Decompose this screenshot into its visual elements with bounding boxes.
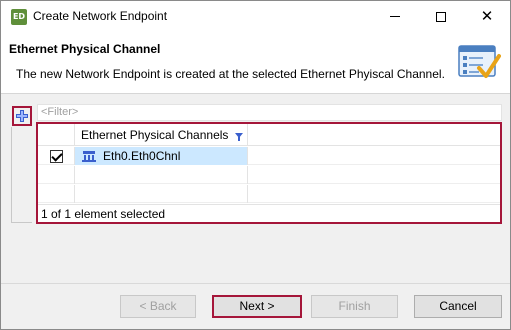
banner-description: The new Network Endpoint is created at t…	[16, 67, 445, 81]
table-row-empty	[38, 185, 500, 203]
filter-funnel-icon[interactable]	[235, 133, 243, 141]
window-title: Create Network Endpoint	[33, 9, 168, 23]
dialog-window: ED Create Network Endpoint ✕ Ethernet Ph…	[0, 0, 511, 330]
close-icon: ✕	[480, 7, 494, 25]
table-header: Ethernet Physical Channels	[38, 124, 500, 146]
empty-cell	[38, 166, 75, 184]
ethernet-channel-icon	[82, 151, 96, 162]
maximize-icon	[436, 11, 446, 22]
button-separator	[1, 283, 510, 284]
row-name-cell[interactable]: Eth0.Eth0Chnl	[75, 147, 248, 165]
table-row[interactable]: Eth0.Eth0Chnl	[38, 147, 500, 165]
row-name: Eth0.Eth0Chnl	[103, 149, 181, 163]
left-rail	[11, 127, 32, 223]
selection-status: 1 of 1 element selected	[38, 204, 500, 222]
row-check-cell[interactable]	[38, 147, 75, 165]
close-button[interactable]: ✕	[464, 1, 510, 32]
table-row-empty	[38, 166, 500, 184]
add-icon	[16, 110, 28, 122]
empty-cell	[75, 185, 248, 203]
title-bar: ED Create Network Endpoint ✕	[1, 1, 510, 32]
minimize-button[interactable]	[372, 1, 418, 32]
wizard-banner: Ethernet Physical Channel The new Networ…	[1, 32, 510, 94]
maximize-button[interactable]	[418, 1, 464, 32]
column-header-label: Ethernet Physical Channels	[81, 128, 229, 142]
filter-input[interactable]: <Filter>	[37, 104, 502, 121]
next-button[interactable]: Next >	[212, 295, 302, 318]
empty-cell	[38, 185, 75, 203]
cancel-button[interactable]: Cancel	[414, 295, 502, 318]
channel-table: Ethernet Physical Channels Eth0.Eth0Chnl	[36, 122, 502, 224]
back-button[interactable]: < Back	[120, 295, 196, 318]
add-button[interactable]	[12, 106, 32, 126]
empty-cell	[75, 166, 248, 184]
minimize-icon	[390, 16, 400, 17]
checkbox-column-header[interactable]	[38, 124, 75, 146]
banner-title: Ethernet Physical Channel	[9, 42, 161, 56]
app-icon: ED	[11, 9, 27, 25]
wizard-checklist-icon	[458, 45, 501, 78]
row-checkbox[interactable]	[50, 150, 63, 163]
finish-button[interactable]: Finish	[311, 295, 398, 318]
column-header-ethernet-physical-channels[interactable]: Ethernet Physical Channels	[75, 124, 248, 146]
